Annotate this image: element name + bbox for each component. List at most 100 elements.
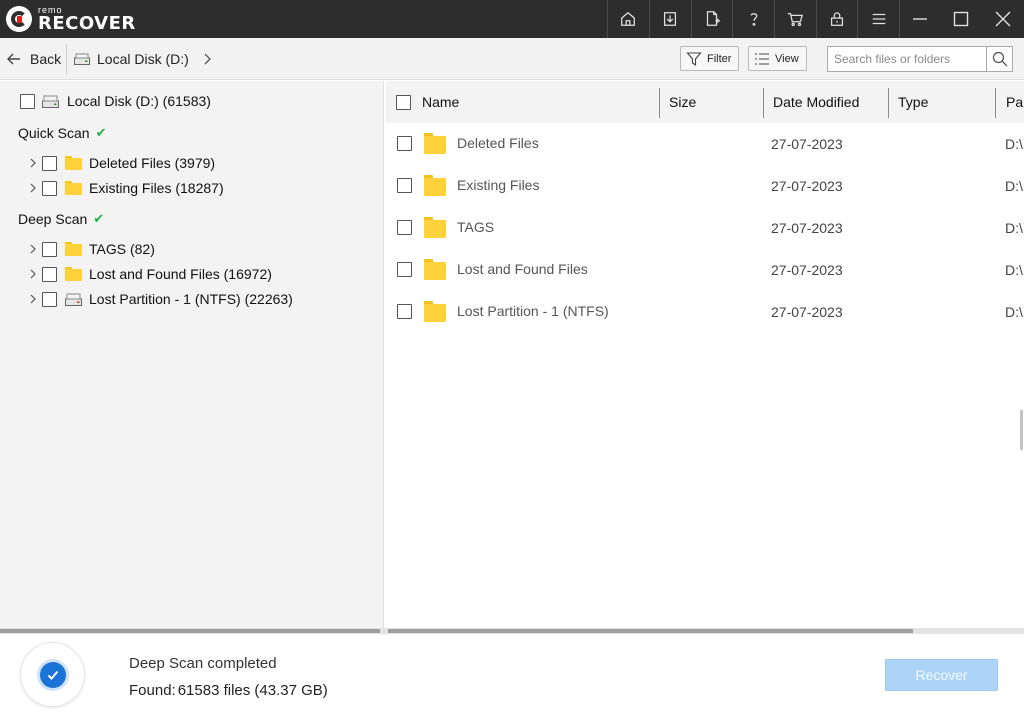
quick-scan-heading: Quick Scan ✔ bbox=[18, 125, 107, 141]
lock-icon[interactable] bbox=[815, 0, 858, 38]
menu-icon[interactable] bbox=[857, 0, 899, 38]
row-name: Deleted Files bbox=[457, 135, 539, 151]
row-checkbox[interactable] bbox=[397, 262, 412, 277]
arrow-left-icon bbox=[7, 53, 20, 65]
status-footer: Deep Scan completed Found: 61583 files (4… bbox=[0, 634, 1024, 714]
tree-item-existing-files[interactable]: Existing Files (18287) bbox=[28, 177, 224, 199]
tree-root[interactable]: Local Disk (D:) (61583) bbox=[20, 90, 211, 112]
folder-icon bbox=[424, 175, 446, 196]
chevron-right-icon[interactable] bbox=[28, 158, 38, 168]
search-input[interactable] bbox=[828, 48, 986, 70]
help-icon[interactable] bbox=[732, 0, 774, 38]
tree-item-lost-partition[interactable]: Lost Partition - 1 (NTFS) (22263) bbox=[28, 288, 293, 310]
found-value: 61583 files (43.37 GB) bbox=[177, 682, 328, 699]
search-button[interactable] bbox=[986, 47, 1012, 71]
breadcrumb[interactable]: Local Disk (D:) bbox=[74, 48, 213, 70]
deep-scan-title: Deep Scan bbox=[18, 211, 88, 227]
found-summary: Found: 61583 files (43.37 GB) bbox=[129, 682, 328, 699]
folder-icon bbox=[424, 259, 446, 280]
table-row[interactable]: Lost Partition - 1 (NTFS) 27-07-2023 D:\ bbox=[386, 291, 1024, 333]
table-row[interactable]: TAGS 27-07-2023 D:\ bbox=[386, 207, 1024, 249]
row-path: D:\ bbox=[1005, 262, 1023, 278]
title-bar: remo RECOVER bbox=[0, 0, 1024, 38]
row-checkbox[interactable] bbox=[397, 304, 412, 319]
back-label: Back bbox=[30, 51, 62, 67]
back-button[interactable]: Back bbox=[6, 48, 61, 70]
table-row[interactable]: Lost and Found Files 27-07-2023 D:\ bbox=[386, 249, 1024, 291]
column-divider[interactable] bbox=[659, 88, 660, 118]
app-logo: remo RECOVER bbox=[6, 4, 136, 34]
recover-button[interactable]: Recover bbox=[885, 659, 998, 691]
drive-icon bbox=[74, 53, 90, 65]
chevron-right-icon[interactable] bbox=[28, 244, 38, 254]
minimize-icon[interactable] bbox=[898, 0, 941, 38]
select-all-checkbox[interactable] bbox=[396, 95, 411, 110]
deep-scan-heading: Deep Scan ✔ bbox=[18, 211, 104, 227]
add-file-icon[interactable] bbox=[690, 0, 733, 38]
row-date: 27-07-2023 bbox=[771, 220, 843, 236]
tree-horizontal-scrollbar[interactable] bbox=[0, 629, 380, 633]
view-button[interactable]: View bbox=[748, 46, 807, 71]
chevron-right-icon[interactable] bbox=[28, 294, 38, 304]
tree-item-label: Existing Files (18287) bbox=[89, 180, 224, 196]
folder-icon bbox=[65, 181, 82, 195]
tree-root-checkbox[interactable] bbox=[20, 93, 35, 109]
column-name[interactable]: Name bbox=[422, 81, 459, 123]
found-label: Found: bbox=[129, 682, 176, 699]
tree-root-label: Local Disk (D:) (61583) bbox=[67, 93, 211, 109]
tree-item-deleted-files[interactable]: Deleted Files (3979) bbox=[28, 152, 215, 174]
folder-icon bbox=[65, 156, 82, 170]
column-divider[interactable] bbox=[995, 88, 996, 118]
row-name: TAGS bbox=[457, 219, 495, 235]
check-icon: ✔ bbox=[95, 125, 107, 140]
breadcrumb-label: Local Disk (D:) bbox=[97, 51, 189, 67]
filter-icon bbox=[686, 51, 702, 66]
list-horizontal-scrollbar[interactable] bbox=[388, 629, 913, 633]
column-size[interactable]: Size bbox=[669, 81, 696, 123]
list-vertical-scrollbar[interactable] bbox=[1020, 410, 1023, 450]
chevron-right-icon[interactable] bbox=[28, 183, 38, 193]
toolbar-divider bbox=[66, 44, 67, 74]
tree-item-checkbox[interactable] bbox=[42, 155, 57, 171]
row-checkbox[interactable] bbox=[397, 178, 412, 193]
chevron-right-icon[interactable] bbox=[28, 269, 38, 279]
row-path: D:\ bbox=[1005, 304, 1023, 320]
column-type[interactable]: Type bbox=[898, 81, 928, 123]
folder-icon bbox=[65, 267, 82, 281]
logo-big-text: RECOVER bbox=[38, 12, 136, 34]
logo-icon bbox=[6, 6, 32, 32]
list-view-icon bbox=[755, 52, 769, 65]
close-icon[interactable] bbox=[982, 0, 1024, 38]
row-path: D:\ bbox=[1005, 220, 1023, 236]
table-row[interactable]: Deleted Files 27-07-2023 D:\ bbox=[386, 123, 1024, 165]
search-icon bbox=[992, 51, 1007, 67]
quick-scan-title: Quick Scan bbox=[18, 125, 90, 141]
tree-item-checkbox[interactable] bbox=[42, 291, 57, 307]
home-icon[interactable] bbox=[607, 0, 649, 38]
tree-item-checkbox[interactable] bbox=[42, 266, 57, 282]
tree-item-checkbox[interactable] bbox=[42, 241, 57, 257]
column-divider[interactable] bbox=[888, 88, 889, 118]
maximize-icon[interactable] bbox=[941, 0, 983, 38]
tree-item-tags[interactable]: TAGS (82) bbox=[28, 238, 155, 260]
row-checkbox[interactable] bbox=[397, 220, 412, 235]
column-divider[interactable] bbox=[763, 88, 764, 118]
tree-item-lost-and-found[interactable]: Lost and Found Files (16972) bbox=[28, 263, 272, 285]
row-checkbox[interactable] bbox=[397, 136, 412, 151]
row-name: Existing Files bbox=[457, 177, 540, 193]
drive-icon bbox=[42, 95, 59, 108]
row-date: 27-07-2023 bbox=[771, 136, 843, 152]
row-name: Lost and Found Files bbox=[457, 261, 588, 277]
table-row[interactable]: Existing Files 27-07-2023 D:\ bbox=[386, 165, 1024, 207]
status-title: Deep Scan completed bbox=[129, 655, 277, 672]
column-path[interactable]: Pa bbox=[1006, 81, 1023, 123]
column-date-modified[interactable]: Date Modified bbox=[773, 81, 859, 123]
toolbar: Back Local Disk (D:) Filter View bbox=[0, 38, 1024, 80]
chevron-right-icon bbox=[204, 53, 211, 65]
download-icon[interactable] bbox=[648, 0, 691, 38]
tree-item-checkbox[interactable] bbox=[42, 180, 57, 196]
folder-icon bbox=[424, 301, 446, 322]
tree-item-label: Deleted Files (3979) bbox=[89, 155, 216, 171]
filter-button[interactable]: Filter bbox=[680, 46, 740, 71]
cart-icon[interactable] bbox=[773, 0, 816, 38]
